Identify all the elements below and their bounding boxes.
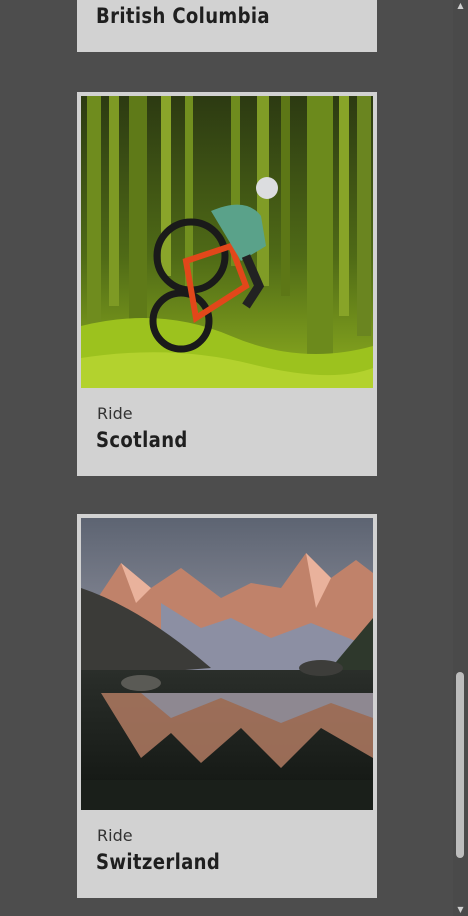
scroll-up-icon[interactable]: ▲ (453, 0, 468, 12)
scroll-down-icon[interactable]: ▼ (453, 904, 468, 916)
scroll-thumb[interactable] (456, 672, 464, 858)
alpine-lake-reflection-image (81, 518, 373, 810)
destination-card-scotland[interactable]: Ride Scotland (77, 92, 377, 476)
card-title: British Columbia (96, 4, 270, 28)
destination-card-switzerland[interactable]: Ride Switzerland (77, 514, 377, 898)
destination-card-british-columbia[interactable]: British Columbia (77, 0, 377, 52)
card-title: Scotland (96, 428, 188, 452)
mountain-biker-forest-image (81, 96, 373, 388)
card-kicker: Ride (97, 404, 133, 423)
switzerland-photo (81, 518, 373, 810)
card-kicker: Ride (97, 826, 133, 845)
vertical-scrollbar[interactable]: ▲ ▼ (453, 0, 468, 916)
card-title: Switzerland (96, 850, 221, 874)
scotland-photo (81, 96, 373, 388)
